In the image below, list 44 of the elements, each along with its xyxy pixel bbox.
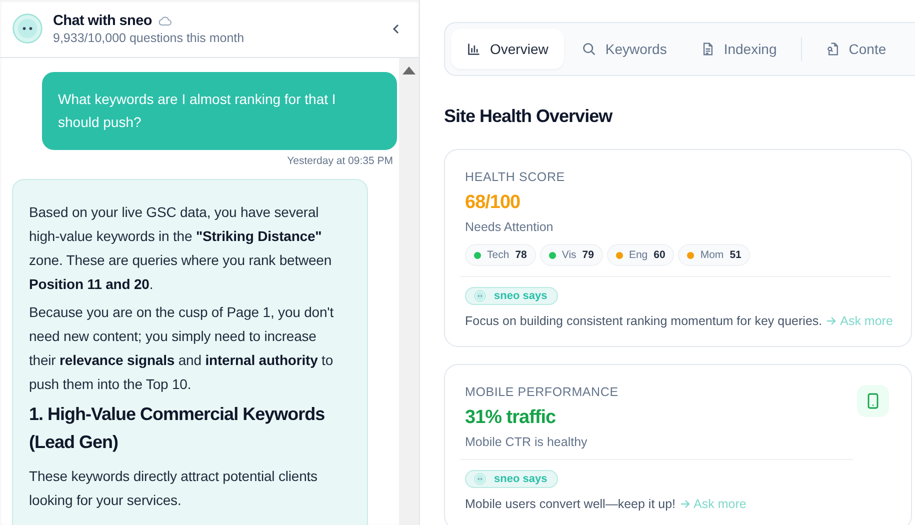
metric-label: Tech (487, 249, 510, 261)
metric-label: Mom (700, 249, 724, 261)
search-icon (582, 42, 596, 56)
document-search-icon (826, 42, 840, 56)
message-paragraph: Because you are on the cusp of Page 1, you don't need new content; you simply need to increase their relevance signals and internal authority to push them into the Top 10. (29, 303, 335, 394)
tab[interactable]: Keywords (566, 29, 683, 69)
metric-value: 78 (515, 249, 527, 261)
tab[interactable]: Conte (810, 29, 902, 69)
robot-face-icon (474, 290, 486, 302)
scroll-up-icon[interactable] (402, 66, 416, 75)
message-heading: 1. High-Value Commercial Keywords (Lead Gen) (29, 403, 326, 454)
card-value: 68/100 (465, 192, 522, 214)
metric-label: Eng (628, 249, 648, 261)
bar-chart-icon (467, 42, 481, 56)
tab[interactable]: Indexing (684, 29, 793, 69)
metric-value: 60 (654, 249, 666, 261)
section-title: Site Health Overview (444, 106, 614, 127)
card-value: 31% traffic (465, 407, 557, 429)
question-quota: 9,933/10,000 questions this month (53, 30, 246, 44)
robot-face-icon (474, 473, 486, 485)
insight-text: Focus on building consistent ranking momentum for key queries. (465, 314, 822, 328)
tab[interactable]: Overview (451, 29, 564, 69)
robot-face-icon (12, 13, 43, 44)
user-message: What keywords are I almost ranking for that I should push? (42, 72, 397, 150)
message-time: Yesterday at 09:35 PM (287, 155, 393, 167)
card-status: Mobile CTR is healthy (465, 435, 588, 449)
metric-value: 51 (730, 249, 742, 261)
badge-label: sneo says (494, 473, 548, 485)
message-paragraph: These keywords directly attract potential clients looking for your services. (29, 467, 318, 510)
arrow-right-icon (826, 316, 836, 326)
card-status: Needs Attention (465, 220, 554, 234)
cloud-icon (158, 16, 172, 26)
message-paragraph: Based on your live GSC data, you have several high-value keywords in the "Striking Distance" zone. These are queries where you rank between Position 11 and 20. (29, 203, 333, 294)
scrollbar[interactable] (399, 58, 419, 525)
insight-text: Mobile users convert well—keep it up! (465, 497, 676, 511)
badge-label: sneo says (494, 290, 548, 302)
card-label: MOBILE PERFORMANCE (465, 385, 620, 399)
chat-title: Chat with sneo (53, 12, 152, 28)
metric-value: 79 (582, 249, 594, 261)
arrow-right-icon (680, 499, 690, 509)
metric-label: Vis (562, 249, 576, 261)
phone-icon (857, 385, 889, 417)
document-icon (700, 42, 715, 56)
card-label: HEALTH SCORE (465, 170, 566, 184)
